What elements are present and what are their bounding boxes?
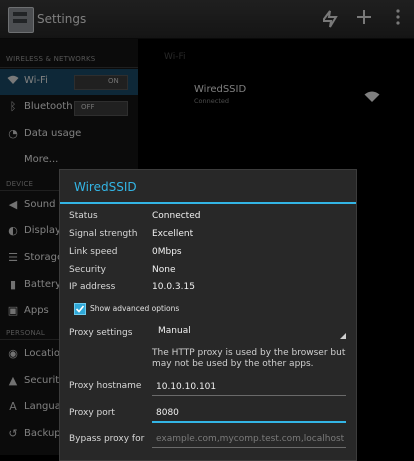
dropdown-corner-icon [340,333,346,339]
proxy-settings-value: Manual [158,326,191,336]
ip-address-label: IP address [69,282,116,292]
signal-strength-value: Excellent [152,229,194,239]
proxy-settings-dropdown[interactable]: Manual [154,325,346,341]
security-value: None [152,265,176,275]
status-label: Status [69,211,98,221]
status-value: Connected [152,211,201,221]
proxy-port-label: Proxy port [69,408,115,418]
bypass-proxy-field[interactable] [152,431,350,448]
proxy-help-text: The HTTP proxy is used by the browser bu… [152,348,346,369]
proxy-settings-label: Proxy settings [69,328,133,338]
proxy-port-field[interactable] [152,405,350,423]
signal-strength-label: Signal strength [69,229,138,239]
link-speed-label: Link speed [69,247,118,257]
network-dialog: WiredSSID Status Connected Signal streng… [59,169,357,461]
proxy-hostname-label: Proxy hostname [69,381,142,391]
proxy-hostname-input[interactable] [152,379,350,394]
dialog-title-divider [60,202,356,204]
security-label: Security [69,265,106,275]
advanced-options-label[interactable]: Show advanced options [90,304,179,313]
link-speed-value: 0Mbps [152,247,182,257]
ip-address-value: 10.0.3.15 [152,282,195,292]
proxy-port-input[interactable] [152,405,350,420]
bypass-proxy-input[interactable] [152,431,350,446]
advanced-options-checkbox[interactable] [74,303,86,315]
bypass-proxy-label: Bypass proxy for [69,434,145,444]
proxy-hostname-field[interactable] [152,379,350,396]
dialog-title: WiredSSID [74,180,137,194]
